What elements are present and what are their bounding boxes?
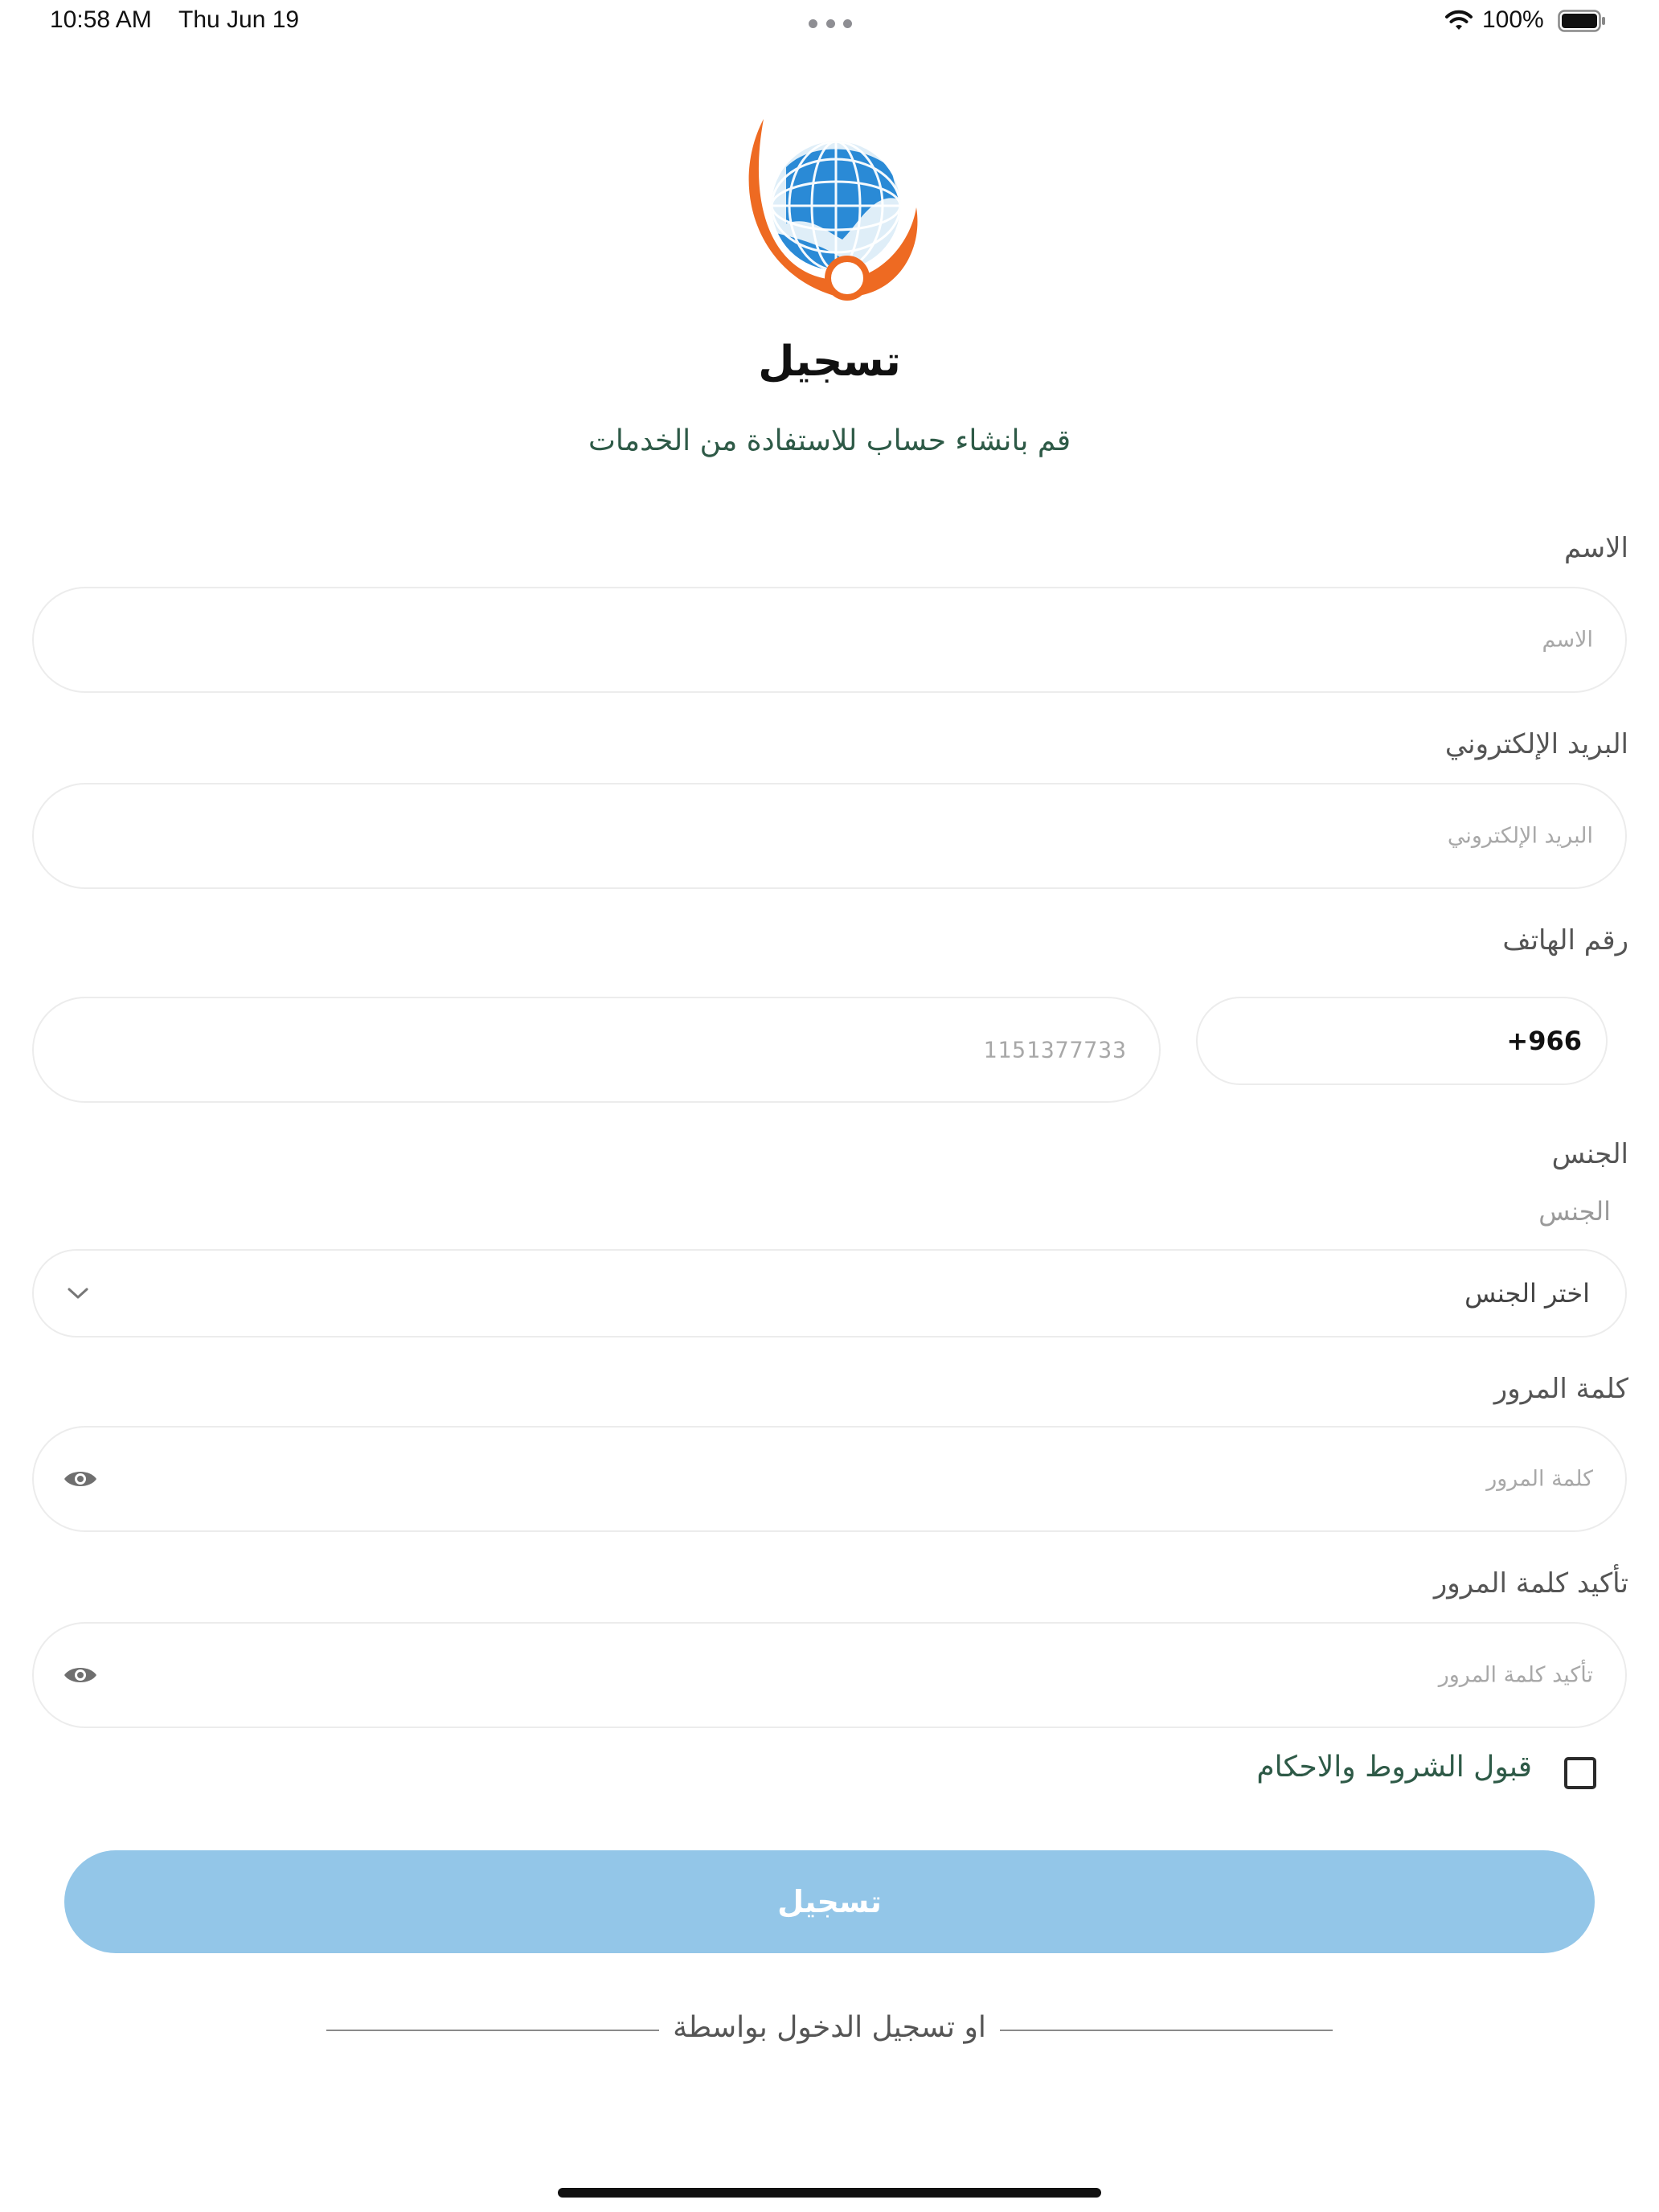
- confirm-password-input[interactable]: تأكيد كلمة المرور: [32, 1622, 1627, 1728]
- home-indicator[interactable]: [558, 2188, 1101, 2198]
- battery-percent: 100%: [1482, 6, 1544, 33]
- name-placeholder: الاسم: [1542, 627, 1594, 653]
- status-date: Thu Jun 19: [178, 6, 300, 33]
- terms-label[interactable]: قبول الشروط والاحكام: [1256, 1751, 1532, 1784]
- gender-select[interactable]: اختر الجنس: [32, 1249, 1627, 1337]
- divider-line-right: [1000, 2030, 1333, 2031]
- email-input[interactable]: البريد الإلكتروني: [32, 783, 1627, 889]
- confirm-password-placeholder: تأكيد كلمة المرور: [1438, 1662, 1593, 1688]
- divider-text: او تسجيل الدخول بواسطة: [673, 2011, 986, 2044]
- eye-icon[interactable]: [63, 1467, 98, 1491]
- name-input[interactable]: الاسم: [32, 587, 1627, 693]
- phone-input[interactable]: 1151377733: [32, 997, 1161, 1103]
- country-code-selector[interactable]: 966+: [1196, 997, 1608, 1085]
- app-logo: [748, 119, 918, 301]
- chevron-down-icon: [68, 1288, 88, 1299]
- name-label: الاسم: [1564, 532, 1628, 564]
- battery-icon: [1558, 10, 1605, 32]
- phone-label: رقم الهاتف: [1502, 924, 1628, 956]
- password-label: كلمة المرور: [1493, 1373, 1628, 1405]
- gender-sub-label: الجنس: [1538, 1196, 1611, 1227]
- page-subtitle: قم بانشاء حساب للاستفادة من الخدمات: [588, 424, 1071, 457]
- multitasking-dots-icon[interactable]: [809, 19, 852, 29]
- country-code: 966+: [1506, 1026, 1582, 1056]
- email-placeholder: البريد الإلكتروني: [1447, 823, 1593, 849]
- terms-checkbox[interactable]: [1564, 1757, 1596, 1789]
- wifi-icon: [1445, 10, 1473, 30]
- page-title: تسجيل: [758, 338, 901, 386]
- password-input[interactable]: كلمة المرور: [32, 1426, 1627, 1532]
- gender-label: الجنس: [1551, 1138, 1628, 1170]
- phone-placeholder: 1151377733: [983, 1036, 1127, 1063]
- eye-icon[interactable]: [63, 1663, 98, 1687]
- password-placeholder: كلمة المرور: [1486, 1466, 1593, 1492]
- confirm-password-label: تأكيد كلمة المرور: [1433, 1567, 1628, 1600]
- email-label: البريد الإلكتروني: [1444, 728, 1628, 760]
- status-time: 10:58 AM: [50, 6, 152, 33]
- gender-selected-value: اختر الجنس: [1464, 1278, 1590, 1309]
- register-button[interactable]: تسجيل: [64, 1850, 1595, 1953]
